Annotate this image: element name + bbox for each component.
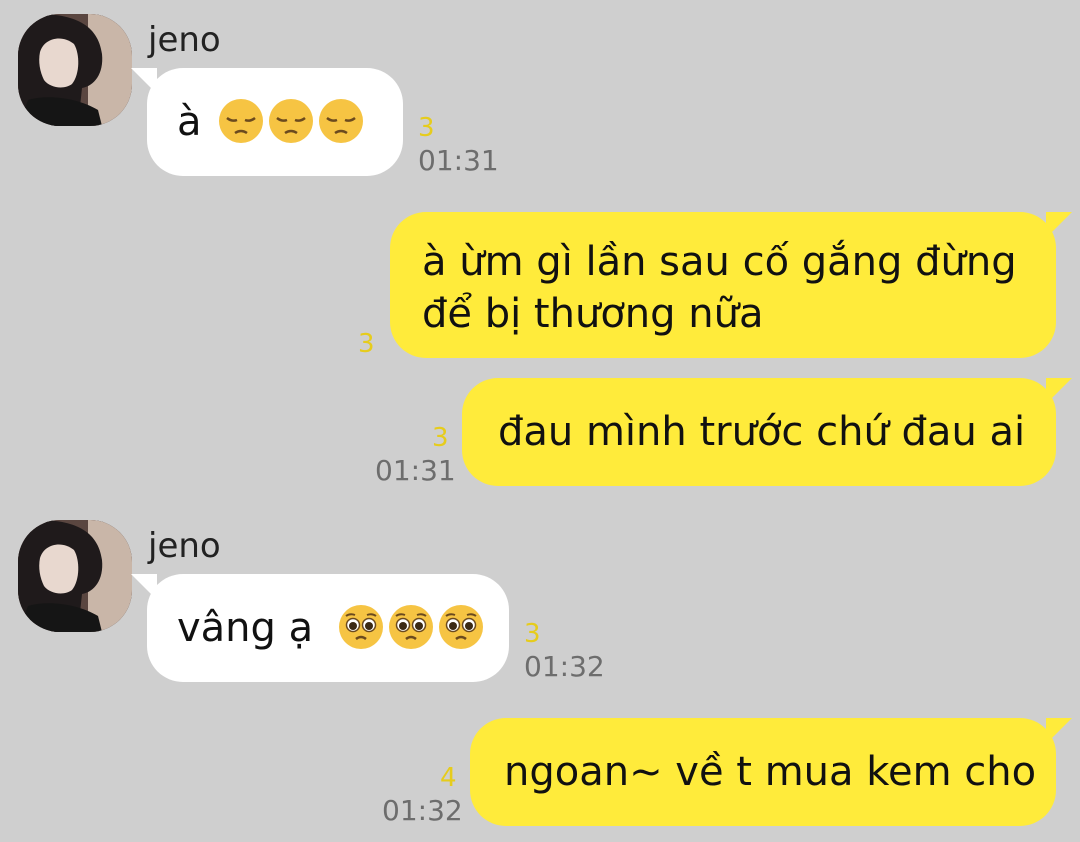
unread-count: 3 [418,113,435,143]
message-time: 01:32 [382,794,463,827]
message-time: 01:32 [524,650,605,683]
message-text: à ừm gì lần sau cố gắng đừng [422,239,1017,285]
chat-window: jeno à 3 01:31 3 à ừm gì lần sau cố gắng… [0,0,1080,842]
message-text: vâng ạ [177,605,314,651]
sender-name: jeno [148,526,221,566]
message-text: đau mình trước chứ đau ai [498,409,1026,455]
pensive-face-icon [268,98,314,144]
message-bubble[interactable]: vâng ạ [131,574,509,682]
message-text: để bị thương nữa [422,291,764,337]
message-time: 01:31 [375,454,456,487]
message-text: à [177,99,202,145]
pleading-face-icon [388,604,434,650]
message-bubble[interactable]: à ừm gì lần sau cố gắng đừng để bị thươn… [390,212,1072,358]
message-bubble[interactable]: à [131,68,403,176]
sender-name: jeno [148,20,221,60]
pensive-face-icon [218,98,264,144]
pensive-face-icon [318,98,364,144]
pleading-face-icon [438,604,484,650]
message-time: 01:31 [418,144,499,177]
avatar[interactable] [18,520,132,632]
avatar[interactable] [18,14,132,126]
message-text: ngoan~ về t mua kem cho [504,749,1037,795]
unread-count: 3 [358,329,375,359]
pleading-face-icon [338,604,384,650]
unread-count: 3 [524,619,541,649]
message-bubble[interactable]: ngoan~ về t mua kem cho [470,718,1072,826]
message-bubble[interactable]: đau mình trước chứ đau ai [462,378,1072,486]
unread-count: 4 [440,763,457,793]
unread-count: 3 [432,423,449,453]
